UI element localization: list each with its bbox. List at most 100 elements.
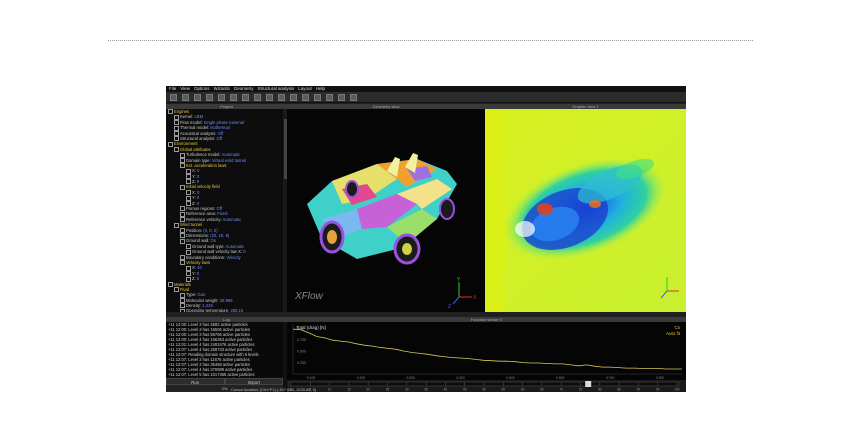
tree-item-label: Structural analysis: — [180, 135, 216, 141]
tree-item-label: Dimensions: — [186, 232, 210, 238]
tree-item-label: Fluid — [180, 286, 190, 292]
drag-chart: Total (drag) [N] Cx Auto fit 1.000.7500.… — [292, 324, 682, 380]
grid-icon[interactable] — [266, 93, 273, 101]
tree-item-label: Ground wall velocity law X: — [192, 249, 243, 255]
tree-item-label: Global attributes — [180, 146, 211, 152]
tree-item-label: Acoustical analysis: — [180, 130, 217, 136]
expand-icon[interactable] — [180, 184, 185, 190]
tree-item[interactable]: Operating temperature: 288.15 — [166, 308, 283, 312]
expand-icon[interactable] — [174, 125, 179, 131]
tree-item-value: 0 — [195, 200, 200, 206]
tree-item-value: 0 — [195, 173, 200, 179]
tree-item-value: 28.966 — [218, 297, 233, 303]
scale-icon[interactable] — [254, 93, 261, 101]
tree-item-value: 288.15 — [229, 308, 244, 312]
wand-icon[interactable] — [218, 93, 225, 101]
expand-icon[interactable] — [174, 222, 179, 228]
open-icon[interactable] — [182, 93, 189, 101]
log-buttons: Run Import — [166, 378, 283, 385]
timeline-tick-label: 100 — [674, 388, 680, 392]
tree-item-label: Density: — [186, 303, 202, 309]
tree-item-value: Automatic — [224, 243, 245, 249]
tree-item-value: 0 — [195, 276, 200, 282]
tree-item-value: Off — [215, 206, 223, 212]
stop-icon[interactable] — [326, 93, 333, 101]
import-button[interactable]: Import — [224, 378, 283, 385]
tree-item-label: Type: — [186, 292, 197, 298]
expand-icon[interactable] — [180, 308, 185, 312]
expand-icon[interactable] — [180, 152, 185, 158]
cut-icon[interactable] — [290, 93, 297, 101]
probe-icon[interactable] — [302, 93, 309, 101]
expand-icon[interactable] — [180, 163, 185, 169]
tree-item-label: Environment — [174, 141, 198, 147]
tree-item-label: Operating temperature: — [186, 308, 230, 312]
simulation-viewport[interactable] — [485, 109, 686, 312]
tree-item-label: Materials — [174, 281, 191, 287]
expand-icon[interactable] — [186, 265, 191, 271]
timeline-tick-label: 85 — [617, 388, 621, 392]
timeline-tick-label: 65 — [540, 388, 544, 392]
tree-item-value: Virtual wind tunnel — [210, 157, 246, 163]
legend-cx: Cx — [675, 325, 681, 330]
pause-icon[interactable] — [338, 93, 345, 101]
log-console[interactable]: +11 12:00: Level 3 has 4592 active parti… — [166, 322, 283, 378]
axis-z-label: Z — [448, 304, 451, 310]
print-icon[interactable] — [206, 93, 213, 101]
timeline-tick-label: 90 — [637, 388, 641, 392]
timeline-tick-label: 95 — [656, 388, 660, 392]
y-tick-label: 0.250 — [297, 361, 306, 365]
axis-y-label: Y — [457, 277, 461, 283]
expand-icon[interactable] — [174, 287, 179, 293]
tree-item-label: Domain type: — [186, 157, 211, 163]
move-icon[interactable] — [230, 93, 237, 101]
geometry-viewport[interactable]: X Y Z XFlow — [287, 109, 485, 312]
tree-item-value: Gas — [196, 292, 206, 298]
rotate-icon[interactable] — [242, 93, 249, 101]
expand-icon[interactable] — [180, 260, 185, 266]
settings-icon[interactable] — [350, 93, 357, 101]
tree-item-value: Automatic — [221, 216, 242, 222]
timeline-tick-label: 75 — [579, 388, 583, 392]
axis-x-label: X — [473, 295, 477, 301]
tree-item-label: Ground wall: — [186, 238, 210, 244]
project-tree[interactable]: Engines Kernel: LBM Flow model: Single pha… — [166, 109, 283, 312]
tree-item-label: Reference area: — [186, 211, 217, 217]
run-button[interactable]: Run — [166, 378, 225, 385]
function-plot[interactable]: Total (drag) [N] Cx Auto fit 1.00 0.750 0.… — [287, 322, 686, 380]
tree-item-label: Boundary conditions: — [186, 254, 226, 260]
tree-item-label: Initial velocity field — [186, 184, 220, 190]
xflow-logo: XFlow — [294, 291, 324, 302]
expand-icon[interactable] — [186, 168, 191, 174]
tree-item-value: 0 — [195, 195, 200, 201]
expand-icon[interactable] — [186, 195, 191, 201]
expand-icon[interactable] — [180, 238, 185, 244]
status-bar-text: Cursor location: [Ctrl+F1] (-407.684, 19… — [231, 387, 317, 392]
toolbar — [166, 92, 686, 103]
tree-item-value: Single phase external — [202, 119, 245, 125]
save-icon[interactable] — [194, 93, 201, 101]
tree-item-value: 0 — [242, 249, 246, 255]
tree-item-value: Fixed — [216, 211, 228, 217]
tree-item-label: Flow model: — [180, 119, 203, 125]
legend-auto-fit[interactable]: Auto fit — [666, 331, 681, 336]
expand-icon[interactable] — [174, 147, 179, 153]
tree-item-value: Off — [215, 135, 223, 141]
new-icon[interactable] — [170, 93, 177, 101]
application-window: File View Options Wizards Geometry Structural… — [166, 86, 686, 392]
tree-item-value: On — [209, 238, 217, 244]
expand-icon[interactable] — [168, 109, 173, 115]
tree-item-label: Wind tunnel — [180, 222, 203, 228]
tree-item-label: Position: — [186, 227, 203, 233]
tree-item-value: Isothermal — [209, 125, 230, 131]
mesh-icon[interactable] — [278, 93, 285, 101]
timeline-tick-label: 70 — [559, 388, 563, 392]
tree-item-value: Off — [216, 130, 224, 136]
expand-icon[interactable] — [168, 281, 173, 287]
timeline-handle[interactable] — [585, 381, 592, 387]
tree-item-label: Turbulence model: — [186, 152, 221, 158]
expand-icon[interactable] — [168, 141, 173, 147]
play-icon[interactable] — [314, 93, 321, 101]
tree-item-label: Velocity laws — [186, 259, 210, 265]
expand-icon[interactable] — [180, 292, 185, 298]
